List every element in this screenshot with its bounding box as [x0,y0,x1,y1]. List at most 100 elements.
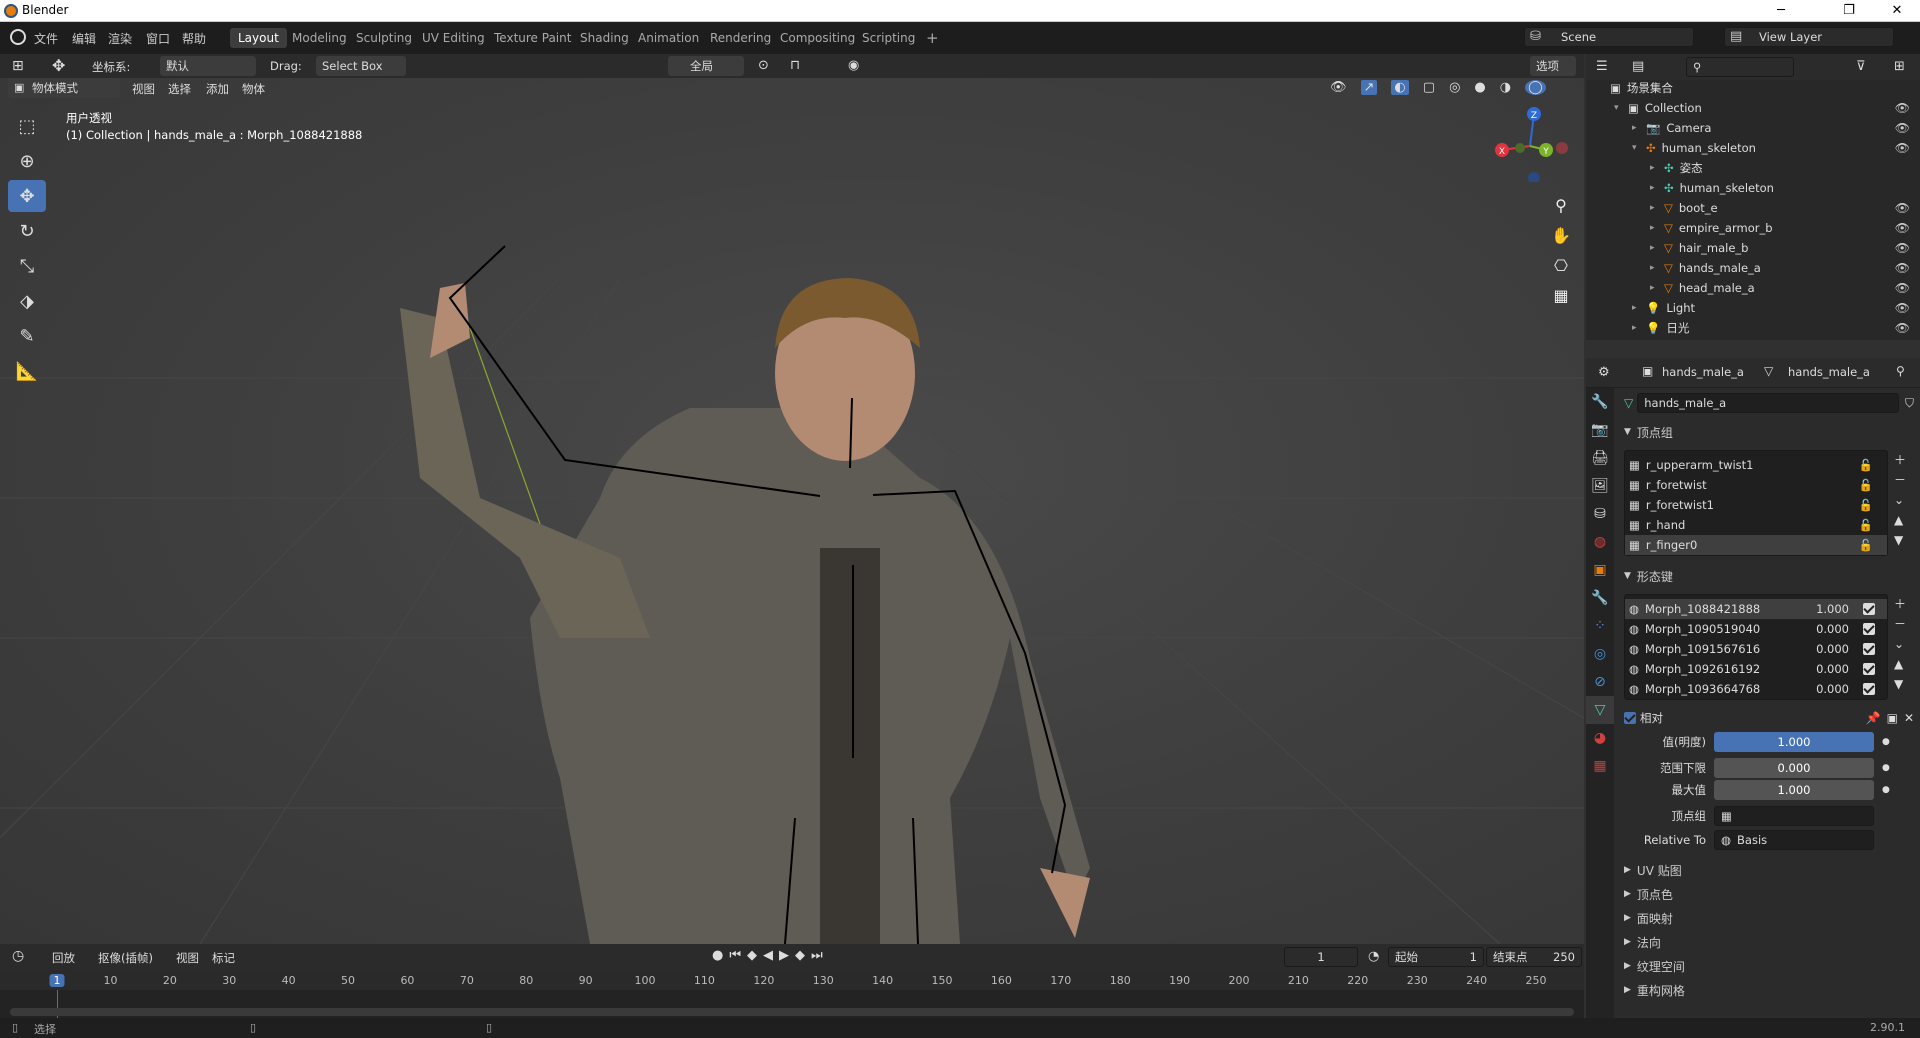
shape-key-up-icon[interactable]: ▲ [1894,654,1906,674]
vertex-groups-header[interactable]: ▼ 顶点组 [1624,420,1914,444]
snap-icon[interactable]: ⊓ [790,58,800,73]
options-dropdown[interactable]: 选项 [1530,56,1576,76]
vertex-group-item[interactable]: ▦ r_foretwist1 🔓 [1625,495,1887,515]
remove-shape-key-icon[interactable]: － [1894,614,1906,634]
outliner-item[interactable]: ▸ ✣ 姿态 [1586,158,1920,178]
shape-key-mute-checkbox[interactable] [1863,643,1875,655]
lock-icon[interactable]: 🔓 [1859,498,1873,512]
vgroup-field[interactable]: ▦ [1714,806,1874,826]
visibility-eye-icon[interactable]: 👁 [1895,141,1910,155]
outliner-item[interactable]: ▸ ▽ empire_armor_b 👁 [1586,218,1920,238]
transform-icon[interactable]: ⬗ [8,285,46,317]
expand-arrow-icon[interactable]: ▸ [1650,243,1662,253]
outliner-item[interactable]: ▸ 📷 Camera 👁 [1586,118,1920,138]
visibility-icon[interactable]: 👁 [1330,80,1347,95]
display-mode-icon[interactable]: ▤ [1632,59,1644,74]
constraints-tab-icon[interactable]: ⊘ [1586,668,1614,696]
properties-section[interactable]: ▶ 法向 [1624,930,1914,954]
mode-dropdown[interactable]: 物体模式 [8,78,120,98]
pin-shape-icon[interactable]: 📌 [1866,711,1881,725]
minimize-button[interactable]: ─ [1758,0,1804,22]
fake-user-icon[interactable]: ⛉ [1905,396,1914,411]
shape-key-list[interactable]: ◍ Morph_1088421888 1.000 ◍ Morph_1090519040 0… [1624,594,1888,700]
menu-help[interactable]: 帮助 [182,30,206,47]
cursor-icon[interactable]: ⊕ [8,145,46,177]
frame-ruler[interactable]: 1 10 20 30 40 50 60 70 80 90 100 110 120 130 140 150 160… [0,970,1584,990]
rendered-shading-icon[interactable]: ◯ [1525,80,1546,95]
tab-compositing[interactable]: Compositing [772,28,863,48]
outliner-editor-icon[interactable]: ☰ [1596,59,1608,74]
pan-hand-icon[interactable]: ✋ [1548,222,1574,248]
visibility-eye-icon[interactable]: 👁 [1895,241,1910,255]
move-down-icon[interactable]: ▼ [1894,530,1906,550]
particles-tab-icon[interactable]: ⁘ [1586,612,1614,640]
jump-end-icon[interactable]: ⏭ [811,948,823,963]
vertex-group-list[interactable]: ▦ r_upperarm_twist1 🔓 ▦ r_foretwist 🔓 ▦ r_foret… [1624,450,1888,556]
transform-orientation-dropdown[interactable]: 全局 [668,56,744,76]
solid-shading-icon[interactable]: ● [1474,80,1485,95]
expand-arrow-icon[interactable]: ▾ [1614,103,1626,113]
remove-icon[interactable]: － [1894,470,1906,490]
menu-timeline-view[interactable]: 视图 [176,950,199,966]
select-box-icon[interactable]: ⬚ [8,110,46,142]
visibility-eye-icon[interactable]: 👁 [1895,321,1910,335]
scene-selector[interactable]: Scene [1524,27,1694,47]
shape-key-value[interactable]: 0.000 [1816,682,1849,696]
filter-icon[interactable]: ⊽ [1856,59,1866,74]
outliner-item[interactable]: ▸ ▽ hair_male_b 👁 [1586,238,1920,258]
shape-key-down-icon[interactable]: ▼ [1894,674,1906,694]
menu-select[interactable]: 选择 [168,81,191,97]
current-frame-field[interactable]: 1 [1284,947,1358,967]
shape-key-value[interactable]: 1.000 [1816,602,1849,616]
wireframe-shading-icon[interactable]: ◎ [1449,80,1460,95]
shape-key-item[interactable]: ◍ Morph_1092616192 0.000 [1625,659,1887,679]
outliner-item[interactable]: ▾ ▣ Collection 👁 [1586,98,1920,118]
expand-arrow-icon[interactable]: ▸ [1650,203,1662,213]
value-slider[interactable]: 1.000 [1714,732,1874,752]
menu-view[interactable]: 视图 [132,81,155,97]
clear-shape-icon[interactable]: ✕ [1904,711,1914,725]
tab-modeling[interactable]: Modeling [284,28,355,48]
start-frame-field[interactable]: 起始 1 [1388,947,1484,967]
mesh-data-selector[interactable]: ▽ hands_male_a ⛉ [1624,392,1914,414]
material-tab-icon[interactable]: ◕ [1586,724,1614,752]
navigation-gizmo[interactable]: Z X Y [1490,106,1570,182]
outliner-item[interactable]: ▸ 💡 日光 👁 [1586,318,1920,338]
relative-checkbox[interactable] [1624,712,1636,724]
tab-rendering[interactable]: Rendering [702,28,779,48]
properties-editor-icon[interactable]: ⚙ [1598,365,1610,380]
keyframe-dot-icon[interactable]: ● [1882,763,1890,773]
visibility-eye-icon[interactable]: 👁 [1895,301,1910,315]
pivot-icon[interactable]: ⊙ [758,58,769,73]
tab-texture-paint[interactable]: Texture Paint [486,28,579,48]
breadcrumb-mesh[interactable]: hands_male_a [1788,365,1870,379]
scene-tab-icon[interactable]: ⛁ [1586,500,1614,528]
outliner-item[interactable]: ▸ ✣ human_skeleton [1586,178,1920,198]
vertex-group-item[interactable]: ▦ r_upperarm_twist1 🔓 [1625,455,1887,475]
pin-icon[interactable]: ⚲ [1896,364,1905,378]
menu-render[interactable]: 渲染 [108,30,132,47]
move-tool-icon[interactable]: ✥ [52,56,65,75]
timeline-editor-icon[interactable]: ◷ [12,948,24,964]
properties-section[interactable]: ▶ UV 贴图 [1624,858,1914,882]
shape-key-mute-checkbox[interactable] [1863,683,1875,695]
keyframe-dot-icon[interactable]: ● [1882,737,1890,747]
lock-icon[interactable]: 🔓 [1859,478,1873,492]
properties-section[interactable]: ▶ 顶点色 [1624,882,1914,906]
expand-arrow-icon[interactable]: ▸ [1632,323,1644,333]
clock-icon[interactable]: ◔ [1368,949,1379,964]
gizmo-toggle-icon[interactable]: ↗ [1360,80,1378,95]
rotate-icon[interactable]: ↻ [8,215,46,247]
properties-section[interactable]: ▶ 纹理空间 [1624,954,1914,978]
lock-icon[interactable]: 🔓 [1859,538,1873,552]
measure-icon[interactable]: 📐 [8,355,46,387]
menu-keying[interactable]: 抠像(插帧) [98,950,153,966]
close-button[interactable]: ✕ [1874,0,1920,22]
maximize-button[interactable]: ❐ [1826,0,1872,22]
annotate-icon[interactable]: ✎ [8,320,46,352]
tab-shading[interactable]: Shading [572,28,637,48]
tab-layout[interactable]: Layout [230,28,287,48]
play-reverse-icon[interactable]: ◀ [763,948,773,963]
visibility-eye-icon[interactable]: 👁 [1895,221,1910,235]
output-tab-icon[interactable]: 🖨 [1586,444,1614,472]
